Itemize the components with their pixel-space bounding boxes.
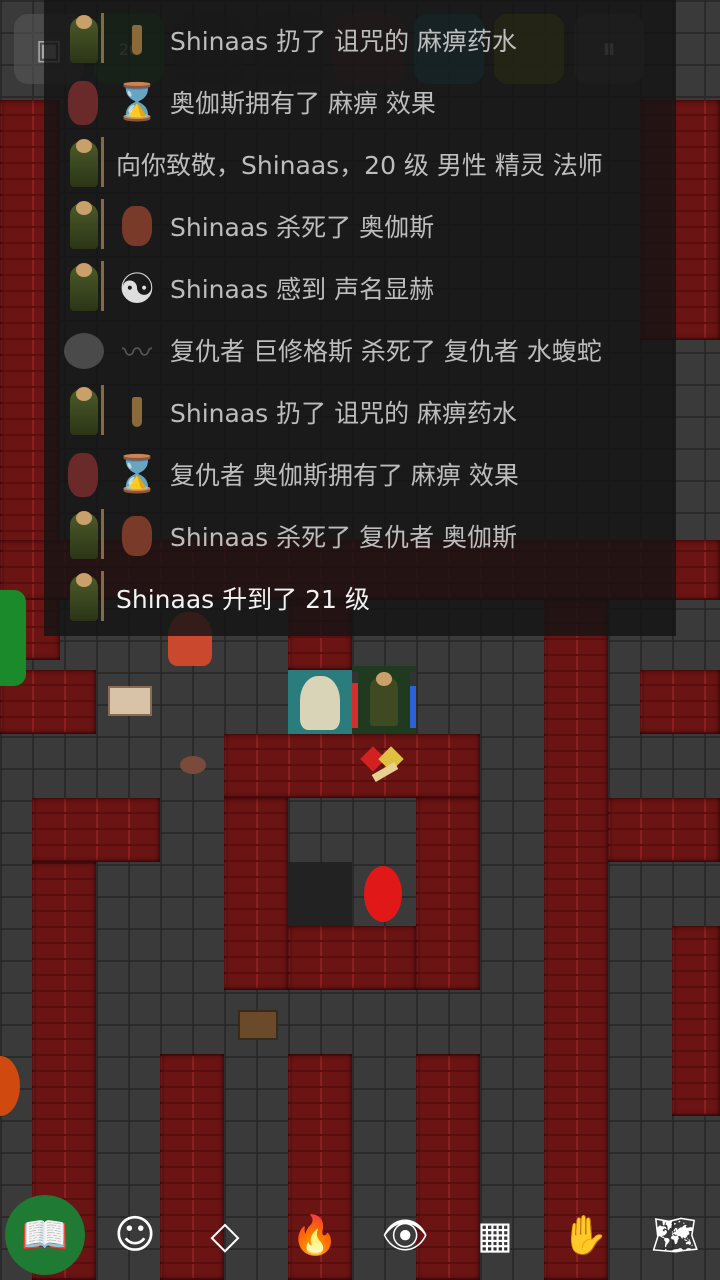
look-icon: 👁: [380, 1212, 430, 1257]
log-text: Shinaas 扔了 诅咒的 麻痹药水: [170, 399, 518, 428]
wall: [544, 600, 608, 1280]
log-row: Shinaas 杀死了 复仇者 奥伽斯: [44, 508, 676, 564]
character-button[interactable]: ☺: [95, 1195, 175, 1275]
message-log: Shinaas 扔了 诅咒的 麻痹药水 ⌛ 奥伽斯拥有了 麻痹 效果 向你致敬，…: [44, 0, 676, 636]
hourglass-icon: ⌛: [114, 82, 160, 123]
wall: [416, 798, 480, 990]
potion-icon: [112, 387, 162, 437]
interact-button[interactable]: ✋: [545, 1195, 625, 1275]
wall: [288, 926, 416, 990]
floor-button[interactable]: ▦: [455, 1195, 535, 1275]
ogre-paralyzed[interactable]: [288, 670, 352, 734]
shoggoth-avatar-icon: [62, 325, 106, 375]
yin-yang-icon: ☯: [118, 263, 156, 313]
altar[interactable]: [108, 686, 152, 716]
log-text: Shinaas 升到了 21 级: [116, 585, 370, 614]
wall: [672, 926, 720, 1116]
spell-icon: ◇: [210, 1213, 240, 1257]
ogre-icon: [112, 511, 162, 561]
spells-button[interactable]: ◇: [185, 1195, 265, 1275]
head-icon: ☺: [114, 1212, 156, 1258]
player-avatar-icon: [62, 509, 106, 561]
log-text: 复仇者 奥伽斯拥有了 麻痹 效果: [170, 461, 519, 490]
look-button[interactable]: 👁: [365, 1195, 445, 1275]
map-button[interactable]: 🗺: [635, 1195, 715, 1275]
log-text: 奥伽斯拥有了 麻痹 效果: [170, 89, 436, 118]
snake-icon: 〰: [122, 336, 152, 371]
player-avatar-icon: [62, 137, 106, 189]
player-avatar-icon: [62, 261, 106, 313]
log-row: 向你致敬，Shinaas，20 级 男性 精灵 法师: [44, 136, 676, 192]
wall: [224, 798, 288, 990]
log-text: Shinaas 扔了 诅咒的 麻痹药水: [170, 27, 518, 56]
potion-icon: [112, 15, 162, 65]
log-text: Shinaas 杀死了 复仇者 奥伽斯: [170, 523, 518, 552]
item-pile[interactable]: [360, 746, 404, 786]
floor-icon: ▦: [477, 1213, 513, 1257]
map-icon: 🗺: [650, 1212, 700, 1257]
log-text: Shinaas 感到 声名显赫: [170, 275, 435, 304]
log-row: ☯ Shinaas 感到 声名显赫: [44, 260, 676, 316]
log-row: ⌛ 奥伽斯拥有了 麻痹 效果: [44, 74, 676, 130]
log-text: 复仇者 巨修格斯 杀死了 复仇者 水蝮蛇: [170, 337, 602, 366]
log-row: Shinaas 杀死了 奥伽斯: [44, 198, 676, 254]
wall: [32, 798, 160, 862]
ogre-icon: [112, 201, 162, 251]
treasure-chest[interactable]: [238, 1010, 278, 1040]
log-row: Shinaas 升到了 21 级: [44, 570, 676, 626]
player-wizard[interactable]: [352, 666, 416, 734]
journal-icon: 📖: [21, 1212, 69, 1257]
campfire-icon: 🔥: [291, 1212, 339, 1257]
log-row: Shinaas 扔了 诅咒的 麻痹药水: [44, 12, 676, 68]
rest-button[interactable]: 🔥: [275, 1195, 355, 1275]
wall: [608, 798, 720, 862]
bottom-toolbar: 📖 ☺ ◇ 🔥 👁 ▦ ✋ 🗺: [0, 1190, 720, 1280]
log-row: 〰 复仇者 巨修格斯 杀死了 复仇者 水蝮蛇: [44, 322, 676, 378]
log-text: 向你致敬，Shinaas，20 级 男性 精灵 法师: [116, 151, 603, 180]
log-row: Shinaas 扔了 诅咒的 麻痹药水: [44, 384, 676, 440]
side-handle[interactable]: [0, 590, 26, 686]
player-avatar-icon: [62, 571, 106, 623]
player-avatar-icon: [62, 199, 106, 251]
log-text: Shinaas 杀死了 奥伽斯: [170, 213, 435, 242]
ogre-avatar-icon: [62, 77, 106, 127]
player-avatar-icon: [62, 13, 106, 65]
rat-corpse[interactable]: [180, 756, 206, 774]
wall: [224, 734, 480, 798]
hand-icon: ✋: [561, 1212, 609, 1257]
hourglass-icon: ⌛: [114, 454, 160, 495]
ogre-avatar-icon: [62, 449, 106, 499]
player-avatar-icon: [62, 385, 106, 437]
wall: [640, 670, 720, 734]
journal-button[interactable]: 📖: [5, 1195, 85, 1275]
log-row: ⌛ 复仇者 奥伽斯拥有了 麻痹 效果: [44, 446, 676, 502]
portal[interactable]: [364, 866, 402, 922]
